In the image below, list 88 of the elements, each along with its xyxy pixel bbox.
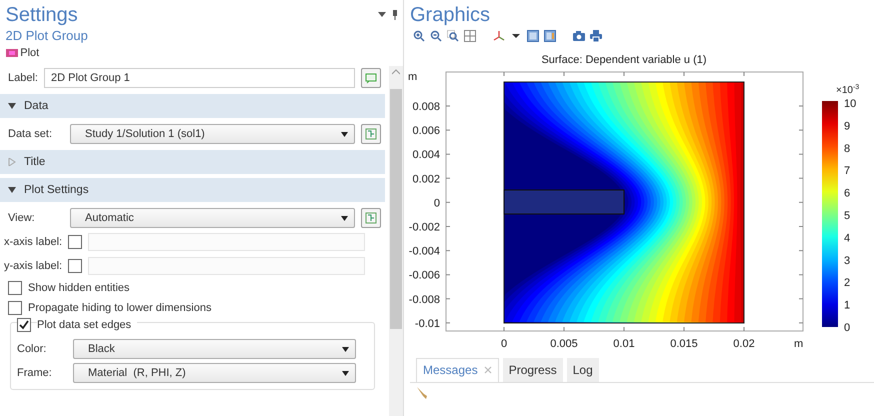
view-button-icon[interactable] bbox=[544, 30, 556, 42]
caret-icon[interactable] bbox=[342, 370, 349, 376]
reset-icon bbox=[365, 212, 377, 224]
tab[interactable]: Progress bbox=[502, 358, 563, 382]
tab[interactable]: Messages bbox=[416, 358, 499, 382]
tick-label: 0.015 bbox=[670, 338, 698, 350]
field-label: Data set: bbox=[8, 127, 54, 142]
checkbox[interactable] bbox=[68, 235, 82, 250]
tick-label: -0.004 bbox=[408, 245, 440, 258]
tick-label: -0.002 bbox=[408, 221, 440, 234]
node-type: 2D Plot Group bbox=[4, 26, 89, 45]
caret-icon[interactable] bbox=[341, 216, 348, 221]
colorbar-label: 1 bbox=[844, 299, 850, 312]
colorbar-label: 10 bbox=[844, 98, 856, 110]
section-header[interactable]: Data bbox=[0, 94, 385, 118]
caret-icon[interactable] bbox=[8, 102, 16, 110]
checkbox[interactable] bbox=[17, 318, 31, 332]
reset-button[interactable] bbox=[361, 124, 381, 144]
camera-icon[interactable] bbox=[572, 30, 585, 42]
section-header[interactable]: Plot Settings bbox=[0, 178, 385, 202]
axes-icon[interactable] bbox=[492, 30, 505, 42]
scroll-thumb[interactable] bbox=[390, 89, 402, 329]
checkbox-label[interactable]: Plot data set edges bbox=[37, 317, 138, 334]
printer-icon[interactable] bbox=[590, 30, 602, 42]
comment-button[interactable] bbox=[361, 68, 381, 88]
colorbar-label: 2 bbox=[844, 276, 850, 289]
comment-icon bbox=[365, 72, 377, 84]
colorbar-label: 8 bbox=[844, 142, 850, 155]
section-header[interactable]: Title bbox=[0, 150, 385, 174]
pin-icon[interactable] bbox=[392, 10, 398, 20]
tick-label: 0.006 bbox=[412, 124, 440, 137]
tick-label: 0.004 bbox=[412, 148, 440, 161]
colorbar-label: 6 bbox=[844, 187, 850, 200]
axis-unit: m bbox=[408, 70, 418, 83]
field-label: y-axis label: bbox=[4, 259, 62, 274]
field-label: View: bbox=[8, 211, 36, 226]
dropdown[interactable]: Automatic bbox=[70, 208, 355, 228]
tick-label: 0.01 bbox=[613, 338, 635, 350]
field-label: Frame: bbox=[17, 366, 53, 381]
tick-label: 0.005 bbox=[550, 338, 578, 350]
colorbar-label: 7 bbox=[844, 164, 850, 177]
zoom-box-icon[interactable] bbox=[446, 30, 459, 42]
scrollbar[interactable] bbox=[389, 66, 403, 416]
dropdown[interactable]: Material (R, PHI, Z) bbox=[73, 363, 356, 384]
zoom-extents-icon[interactable] bbox=[464, 30, 476, 42]
reset-icon bbox=[365, 128, 377, 140]
text-field[interactable] bbox=[88, 257, 365, 276]
tick-label: 0.002 bbox=[412, 173, 440, 186]
caret-icon[interactable] bbox=[342, 346, 349, 352]
panel-title: Settings bbox=[6, 2, 78, 27]
colorbar-label: 0 bbox=[844, 322, 850, 334]
colorbar-label: 3 bbox=[844, 254, 850, 267]
tick-label: 0 bbox=[434, 197, 440, 210]
dropdown-icon[interactable] bbox=[378, 12, 386, 18]
text-field[interactable] bbox=[88, 233, 365, 252]
zoom-in-icon[interactable] bbox=[412, 30, 425, 42]
zoom-out-icon[interactable] bbox=[430, 30, 442, 42]
field-label: Color: bbox=[17, 342, 48, 357]
plot-icon bbox=[6, 48, 18, 57]
field-label: x-axis label: bbox=[4, 235, 62, 250]
tab[interactable]: Log bbox=[566, 358, 599, 382]
checkbox-label[interactable]: Propagate hiding to lower dimensions bbox=[28, 300, 212, 316]
checkbox[interactable] bbox=[8, 281, 22, 296]
colorbar-label: 5 bbox=[844, 210, 850, 222]
tick-label: -0.01 bbox=[414, 318, 440, 330]
dropdown[interactable]: Study 1/Solution 1 (sol1) bbox=[70, 124, 355, 144]
colorbar-label: 9 bbox=[844, 120, 850, 132]
tick-label: -0.008 bbox=[408, 294, 440, 306]
colorbar-exponent: ×10$^{-3}$ bbox=[836, 84, 860, 96]
colorbar-label: 4 bbox=[844, 232, 850, 244]
label-field[interactable]: 2D Plot Group 1 bbox=[44, 68, 355, 88]
checkbox[interactable] bbox=[8, 301, 22, 316]
checkbox-label[interactable]: Show hidden entities bbox=[28, 280, 130, 296]
tick-label: -0.006 bbox=[408, 269, 440, 282]
plot-title: Surface: Dependent variable u (1) bbox=[541, 54, 707, 66]
dropdown[interactable]: Black bbox=[73, 339, 356, 360]
reset-button[interactable] bbox=[361, 208, 381, 228]
checkbox[interactable] bbox=[68, 259, 82, 274]
field-label: Label: bbox=[8, 71, 38, 86]
tick-label: 0.008 bbox=[412, 100, 440, 113]
caret-icon[interactable] bbox=[341, 132, 348, 137]
tick-label: 0 bbox=[500, 338, 508, 350]
caret-icon[interactable] bbox=[8, 186, 16, 194]
node-button-label[interactable]: Plot bbox=[20, 44, 40, 61]
tick-label: 0.02 bbox=[733, 338, 755, 350]
axis-unit: m bbox=[794, 338, 804, 350]
view-button-icon[interactable] bbox=[526, 30, 539, 42]
panel-title: Graphics bbox=[410, 2, 490, 27]
